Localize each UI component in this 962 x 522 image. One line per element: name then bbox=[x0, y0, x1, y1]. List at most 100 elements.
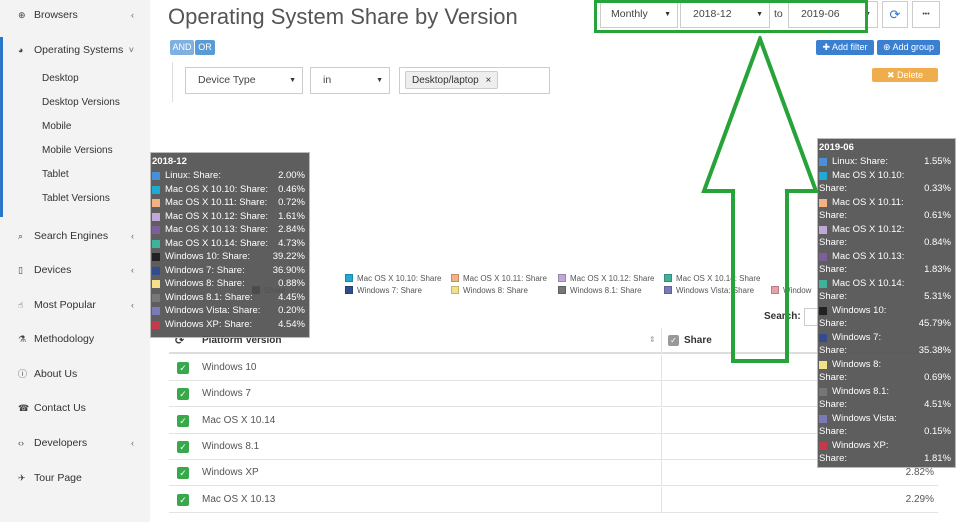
tooltip-series-name-cont: Share: bbox=[819, 345, 847, 356]
sidebar-item-label: About Us bbox=[34, 368, 78, 380]
legend-swatch bbox=[558, 274, 566, 282]
tooltip-row: Windows 8: Share: 0.69% bbox=[818, 358, 955, 385]
tooltip-swatch bbox=[152, 172, 160, 180]
sidebar-subitem-desktop[interactable]: Desktop bbox=[42, 71, 79, 87]
tooltip-swatch bbox=[152, 212, 160, 221]
sidebar-item-most-popular[interactable]: ☝ Most Popular ‹ bbox=[0, 295, 150, 315]
sidebar-subitem-mobile[interactable]: Mobile bbox=[42, 119, 71, 135]
tooltip-series-name: Linux: Share: bbox=[165, 170, 221, 181]
tooltip-swatch bbox=[152, 253, 160, 261]
filter-field-select[interactable]: Device Type ▼ bbox=[185, 67, 303, 94]
legend-item[interactable]: Mac OS X 10.10: Share bbox=[345, 274, 442, 284]
row-checkbox[interactable]: ✓ bbox=[177, 440, 189, 453]
globe-icon: ⊕ bbox=[18, 10, 26, 20]
sidebar-item-browsers[interactable]: ⊕ Browsers ‹ bbox=[0, 5, 150, 25]
checkbox-icon[interactable]: ✓ bbox=[668, 335, 679, 346]
and-button[interactable]: AND bbox=[170, 40, 194, 55]
tooltip-swatch bbox=[152, 199, 160, 207]
tooltip-value: 1.83% bbox=[924, 264, 951, 275]
sidebar-item-devices[interactable]: ▯ Devices ‹ bbox=[0, 260, 150, 280]
tooltip-value: 35.38% bbox=[918, 345, 951, 356]
sidebar-item-operating-systems[interactable]: ◕ Operating Systems ˅ bbox=[0, 40, 150, 60]
legend-swatch bbox=[451, 286, 459, 294]
row-checkbox[interactable]: ✓ bbox=[177, 388, 189, 401]
sidebar-subitem-desktop-versions[interactable]: Desktop Versions bbox=[42, 95, 120, 111]
sidebar-item-tour-page[interactable]: ✈ Tour Page bbox=[0, 468, 150, 488]
row-checkbox[interactable]: ✓ bbox=[177, 362, 189, 374]
sidebar-item-contact-us[interactable]: ☎ Contact Us bbox=[0, 398, 150, 418]
add-group-button[interactable]: ⊕ Add group bbox=[877, 40, 940, 55]
filter-field-value: Device Type bbox=[198, 74, 256, 86]
platform-version-cell: Windows 7 bbox=[202, 388, 251, 400]
legend-label: Mac OS X 10.12: Share bbox=[570, 274, 655, 283]
tooltip-series-name: Windows 8: Share: bbox=[165, 278, 245, 289]
sidebar-item-search-engines[interactable]: ⌕ Search Engines ‹ bbox=[0, 226, 150, 246]
sidebar-subitem-mobile-versions[interactable]: Mobile Versions bbox=[42, 143, 113, 159]
legend-label: Windows 8.1: Share bbox=[570, 286, 642, 295]
tooltip-row: Windows XP: Share: 4.54% bbox=[151, 318, 309, 332]
tooltip-value: 0.46% bbox=[278, 183, 305, 195]
sidebar-subitem-tablet-versions[interactable]: Tablet Versions bbox=[42, 191, 110, 207]
legend-item[interactable]: Mac OS X 10.11: Share bbox=[451, 274, 547, 284]
tooltip-row: Mac OS X 10.12: Share: 1.61% bbox=[151, 210, 309, 224]
sidebar-item-about-us[interactable]: ⓘ About Us bbox=[0, 364, 150, 384]
tooltip-series-name: Mac OS X 10.12: bbox=[832, 223, 905, 235]
tooltip-series-name: Windows Vista: bbox=[832, 412, 897, 424]
tooltip-series-name-cont: Share: bbox=[819, 453, 847, 464]
filter-tag-label: Desktop/laptop bbox=[412, 75, 479, 86]
tooltip-value: 2.84% bbox=[278, 224, 305, 235]
tooltip-row: Mac OS X 10.11: Share: 0.72% bbox=[151, 196, 309, 210]
delete-filter-button[interactable]: ✖ Delete bbox=[872, 68, 938, 82]
legend-swatch bbox=[664, 274, 672, 282]
chevron-down-icon: ▼ bbox=[289, 77, 296, 84]
tooltip-series-name: Windows 8: bbox=[832, 358, 882, 370]
row-checkbox[interactable]: ✓ bbox=[177, 493, 189, 506]
tooltip-series-name: Windows 7: Share: bbox=[165, 264, 245, 276]
tooltip-series-name: Windows 8.1: Share: bbox=[165, 291, 253, 303]
sidebar-item-label: Most Popular bbox=[34, 299, 96, 311]
device-icon: ▯ bbox=[18, 265, 23, 275]
legend-label: Windows 7: Share bbox=[357, 286, 422, 295]
tooltip-series-name-cont: Share: bbox=[819, 210, 847, 221]
tooltip-swatch bbox=[819, 171, 827, 180]
filter-value-tag: Desktop/laptop × bbox=[405, 71, 499, 89]
tooltip-series-name: Windows 10: bbox=[832, 304, 887, 316]
row-checkbox[interactable]: ✓ bbox=[177, 414, 189, 427]
tooltip-series-name: Mac OS X 10.13: bbox=[832, 250, 905, 262]
row-checkbox[interactable]: ✓ bbox=[177, 467, 189, 480]
or-button[interactable]: OR bbox=[195, 40, 215, 55]
tooltip-value: 0.88% bbox=[278, 278, 305, 289]
add-filter-button[interactable]: ✚ Add filter bbox=[816, 40, 874, 55]
tooltip-value: 0.15% bbox=[924, 426, 951, 437]
sort-icon[interactable]: ⇕ bbox=[649, 335, 656, 344]
tag-remove-icon[interactable]: × bbox=[486, 75, 492, 86]
tooltip-row: Windows 10: Share: 45.79% bbox=[818, 304, 955, 331]
tooltip-row: Mac OS X 10.14: Share: 4.73% bbox=[151, 237, 309, 251]
column-divider bbox=[661, 355, 662, 381]
sidebar-item-methodology[interactable]: ⚗ Methodology bbox=[0, 329, 150, 349]
tooltip-series-name: Windows XP: bbox=[832, 439, 889, 451]
tooltip-swatch bbox=[819, 360, 827, 369]
legend-item[interactable]: Windows 8: Share bbox=[451, 286, 528, 296]
filter-operator-select[interactable]: in ▼ bbox=[310, 67, 390, 94]
tooltip-swatch bbox=[819, 387, 827, 396]
legend-item[interactable]: Windows 7: Share bbox=[345, 286, 422, 296]
tooltip-swatch bbox=[152, 185, 160, 194]
legend-item[interactable]: Mac OS X 10.12: Share bbox=[558, 274, 655, 284]
tooltip-swatch bbox=[819, 198, 827, 207]
sidebar: ⊕ Browsers ‹ ◕ Operating Systems ˅ ⌕ Search Eng… bbox=[0, 0, 150, 522]
share-cell: 2.29% bbox=[905, 493, 934, 505]
sidebar-item-label: Contact Us bbox=[34, 402, 86, 414]
sidebar-subitem-tablet[interactable]: Tablet bbox=[42, 167, 69, 183]
tooltip-swatch bbox=[152, 266, 160, 275]
tooltip-series-name: Mac OS X 10.10: Share: bbox=[165, 183, 268, 195]
tooltip-swatch bbox=[819, 333, 827, 342]
more-options-button[interactable]: ••• bbox=[912, 1, 940, 28]
legend-item[interactable]: Windows 8.1: Share bbox=[558, 286, 642, 296]
tooltip-row: Mac OS X 10.13: Share: 1.83% bbox=[818, 250, 955, 277]
table-row[interactable]: ✓ Mac OS X 10.13 2.29% bbox=[169, 486, 938, 513]
refresh-button[interactable]: ⟳ bbox=[882, 1, 908, 28]
more-icon: ••• bbox=[922, 11, 930, 18]
sidebar-item-developers[interactable]: ‹› Developers ‹ bbox=[0, 433, 150, 453]
tooltip-row: Mac OS X 10.14: Share: 5.31% bbox=[818, 277, 955, 304]
